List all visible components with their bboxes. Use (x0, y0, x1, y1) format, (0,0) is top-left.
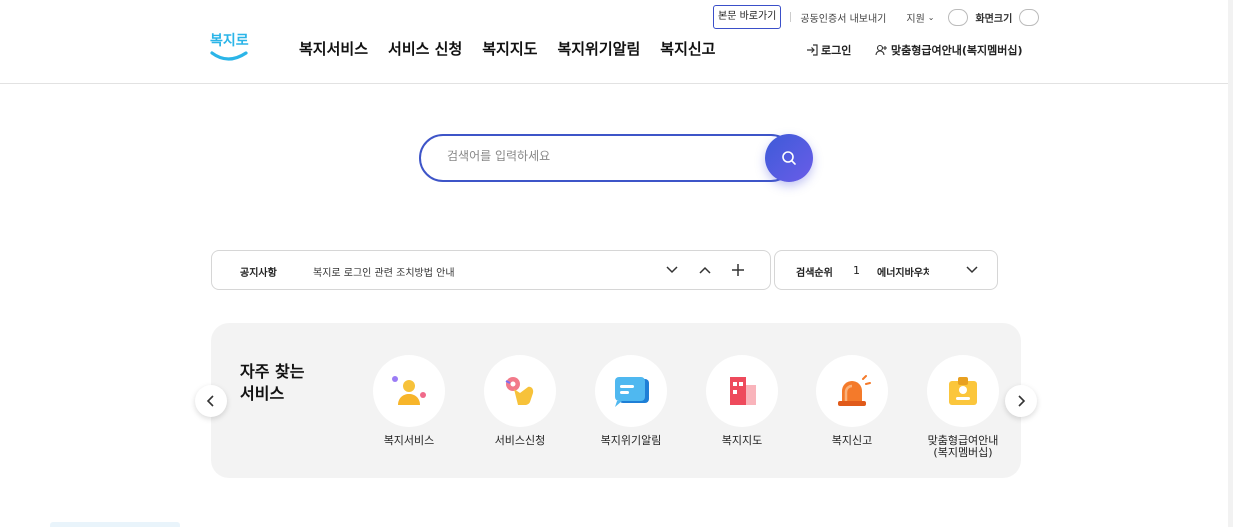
membership-link[interactable]: 맞춤형급여안내(복지멤버십) (875, 42, 1023, 58)
notice-text[interactable]: 복지로 로그인 관련 조치방법 안내 (313, 264, 455, 279)
site-logo[interactable]: 복지로 (208, 27, 252, 67)
service-item-welfare[interactable]: 복지서비스 (354, 355, 464, 447)
login-label: 로그인 (821, 44, 852, 57)
ranking-label: 검색순위 (796, 268, 833, 279)
id-card-icon (949, 377, 977, 405)
membership-label: 맞춤형급여안내(복지멤버십) (891, 44, 1023, 57)
nav-service-apply[interactable]: 서비스 신청 (388, 38, 462, 59)
notice-label: 공지사항 (240, 268, 277, 279)
login-icon (807, 44, 818, 56)
search-button[interactable] (765, 134, 813, 182)
cert-export-link[interactable]: 공동인증서 내보내기 (800, 10, 886, 25)
notice-next-button[interactable] (663, 261, 681, 279)
login-link[interactable]: 로그인 (806, 42, 851, 58)
carousel-prev-button[interactable] (195, 385, 227, 417)
chevron-down-icon (666, 266, 678, 274)
svg-text:복지로: 복지로 (210, 33, 249, 49)
header-divider (0, 83, 1233, 84)
chevron-left-icon (206, 395, 214, 407)
service-label: 복지서비스 (383, 434, 435, 447)
service-item-report[interactable]: 복지신고 (797, 355, 907, 447)
divider (790, 12, 792, 22)
nav-welfare-map[interactable]: 복지지도 (482, 38, 537, 59)
search-icon (782, 151, 796, 165)
nav-welfare-service[interactable]: 복지서비스 (299, 38, 368, 59)
zoom-label: 화면크기 (975, 13, 1013, 25)
service-item-apply[interactable]: 서비스신청 (465, 355, 575, 447)
nav-welfare-report[interactable]: 복지신고 (660, 38, 715, 59)
search-box (419, 134, 795, 182)
notice-prev-button[interactable] (696, 261, 714, 279)
service-icon-circle (816, 355, 888, 427)
person-icon (392, 376, 426, 405)
search-ranking: 검색순위 1 에너지바우처 (774, 250, 998, 290)
service-label: 복지위기알림 (600, 434, 662, 447)
service-icon-circle (373, 355, 445, 427)
skip-to-content-link[interactable]: 본문 바로가기 (713, 5, 782, 29)
utility-bar: 본문 바로가기 공동인증서 내보내기 지원 ⌄ 화면크기 (713, 5, 1040, 29)
service-icon-circle (927, 355, 999, 427)
title-line-2: 서비스 (240, 384, 285, 403)
main-nav: 복지서비스 서비스 신청 복지지도 복지위기알림 복지신고 (299, 38, 735, 59)
ranking-number: 1 (853, 264, 860, 277)
scrollbar[interactable] (1228, 0, 1233, 527)
service-label: 서비스신청 (494, 434, 546, 447)
language-select[interactable]: 지원 ⌄ (906, 10, 934, 25)
service-icon-circle (484, 355, 556, 427)
zoom-toggle[interactable] (1019, 8, 1040, 26)
service-label: 복지지도 (721, 434, 763, 447)
service-icon-circle (706, 355, 778, 427)
user-plus-icon (875, 44, 887, 56)
hand-click-icon (505, 377, 534, 405)
frequent-services-title: 자주 찾는 서비스 (240, 361, 320, 405)
service-label: 복지신고 (831, 434, 873, 447)
bottom-strip (50, 522, 180, 527)
service-label: 맞춤형급여안내 (복지멤버십) (908, 435, 1018, 459)
contrast-toggle[interactable] (948, 8, 969, 26)
notice-more-button[interactable] (729, 261, 747, 279)
notice-bar: 공지사항 복지로 로그인 관련 조치방법 안내 (211, 250, 771, 290)
nav-crisis-alert[interactable]: 복지위기알림 (557, 38, 640, 59)
chevron-up-icon (699, 266, 711, 274)
language-label: 지원 (906, 13, 925, 25)
ranking-keyword[interactable]: 에너지바우처 (877, 264, 929, 279)
service-item-map[interactable]: 복지지도 (687, 355, 797, 447)
ranking-expand-button[interactable] (963, 261, 981, 279)
logo-icon: 복지로 (210, 33, 249, 61)
chevron-down-icon (966, 266, 978, 274)
title-line-1: 자주 찾는 (240, 362, 305, 381)
search-input[interactable] (447, 149, 747, 163)
chat-icon (615, 377, 649, 407)
service-item-membership[interactable]: 맞춤형급여안내 (복지멤버십) (908, 355, 1018, 459)
service-icon-circle (595, 355, 667, 427)
plus-icon (732, 264, 744, 276)
siren-icon (838, 375, 871, 406)
chevron-down-icon: ⌄ (927, 12, 935, 22)
service-item-crisis-alert[interactable]: 복지위기알림 (576, 355, 686, 447)
service-label-line-2: (복지멤버십) (933, 446, 993, 459)
building-icon (730, 377, 756, 405)
